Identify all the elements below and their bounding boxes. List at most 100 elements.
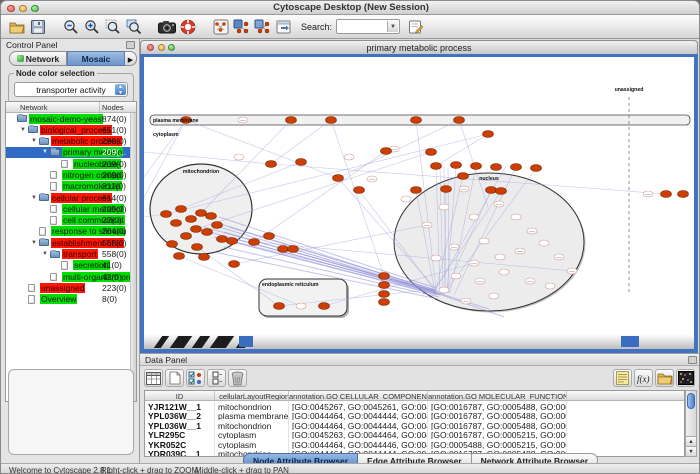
tab-network[interactable]: Network xyxy=(9,51,67,66)
column-header[interactable]: _cellularLayoutRegion xyxy=(215,391,289,400)
attribute-list-icon[interactable] xyxy=(207,369,226,387)
expand-arrow-icon[interactable]: ▼ xyxy=(31,195,37,201)
tree-row[interactable]: ▼transport558(0) xyxy=(6,249,130,260)
table-cell[interactable]: YLR295C xyxy=(145,430,215,440)
expand-arrow-icon[interactable]: ▼ xyxy=(42,149,48,155)
notes-icon[interactable] xyxy=(613,369,632,387)
tree-row[interactable]: secretion41(0) xyxy=(6,260,130,271)
table-cell[interactable]: [GO:0016787, GO:0005488, GO:0005215, G..… xyxy=(428,420,567,430)
dropdown-stepper-icon[interactable]: ▲▼ xyxy=(115,84,126,95)
table-cell[interactable]: cytoplasm xyxy=(215,439,289,449)
table-scrollbar[interactable]: ▲ ▼ xyxy=(685,390,697,457)
matrix-icon[interactable] xyxy=(676,369,695,387)
tab-overflow-arrow-icon[interactable]: ▶ xyxy=(125,51,137,66)
open-icon[interactable] xyxy=(7,17,27,37)
table-cell[interactable]: YPL036W__1 xyxy=(145,420,215,430)
save-icon[interactable] xyxy=(28,17,48,37)
table-cell[interactable]: [GO:0044464, GO:0044444, GO:0044425, G..… xyxy=(289,420,428,430)
zoom-out-icon[interactable] xyxy=(61,17,81,37)
tree-row[interactable]: ▼metabolic process280(0) xyxy=(6,136,130,147)
scroll-up-button[interactable]: ▲ xyxy=(686,436,696,446)
tree-row-label[interactable]: mosaic-demo-yeast xyxy=(29,114,103,124)
table-cell[interactable] xyxy=(567,401,684,411)
tree-row[interactable]: macromolecule311(0) xyxy=(6,181,130,192)
tree-row[interactable]: ▼biological_process651(0) xyxy=(6,124,130,135)
zoom-in-icon[interactable] xyxy=(82,17,102,37)
tree-row-label[interactable]: unassigned xyxy=(40,283,85,293)
column-header[interactable]: annotation.GO MOLECULAR_FUNCTION xyxy=(428,391,567,400)
network-overview-icon[interactable] xyxy=(211,17,231,37)
attribute-checklist-icon[interactable] xyxy=(186,369,205,387)
network-modify-1-icon[interactable] xyxy=(232,17,252,37)
tree-scrollbar[interactable] xyxy=(130,113,136,401)
column-header[interactable]: ID xyxy=(145,391,215,400)
table-row[interactable]: YKR052Ccytoplasm[GO:0044464, GO:0044446,… xyxy=(145,439,684,449)
table-cell[interactable]: YPL036W__2 xyxy=(145,411,215,421)
node-color-dropdown[interactable]: transporter activity ▲▼ xyxy=(14,82,128,97)
table-scrollbar-thumb[interactable] xyxy=(687,393,695,409)
zoom-selected-icon[interactable] xyxy=(124,17,144,37)
tree-row[interactable]: cellular metabol209(0) xyxy=(6,203,130,214)
tree-row[interactable]: ▼primary metabo209(... xyxy=(6,147,130,158)
tree-col-nodes[interactable]: Nodes xyxy=(102,103,124,112)
window-titlebar[interactable]: Cytoscape Desktop (New Session) xyxy=(1,1,700,15)
tree-row-label[interactable]: transport xyxy=(62,249,98,259)
import-icon[interactable] xyxy=(655,369,674,387)
tree-row[interactable]: ▼cellular process614(0) xyxy=(6,192,130,203)
help-icon[interactable] xyxy=(178,17,198,37)
table-row[interactable]: YPL036W__2plasma membrane[GO:0044464, GO… xyxy=(145,411,684,421)
table-row[interactable]: YJR121W__1mitochondrion[GO:0045267, GO:0… xyxy=(145,401,684,411)
table-cell[interactable]: [GO:0044464, GO:0044444, GO:0044425, G..… xyxy=(289,411,428,421)
annotation-icon[interactable] xyxy=(406,17,426,37)
float-panel-icon[interactable] xyxy=(126,41,135,49)
table-cell[interactable]: YJR121W__1 xyxy=(145,401,215,411)
table-row[interactable]: YLR295Ccytoplasm[GO:0045263, GO:0044464,… xyxy=(145,430,684,440)
new-attribute-icon[interactable] xyxy=(165,369,184,387)
table-cell[interactable]: mitochondrion xyxy=(215,420,289,430)
table-cell[interactable]: cytoplasm xyxy=(215,430,289,440)
select-attributes-icon[interactable] xyxy=(144,369,163,387)
table-cell[interactable]: [GO:0005488, GO:0005215, GO:0003674] xyxy=(428,439,567,449)
tree-row-label[interactable]: Overview xyxy=(40,294,77,304)
tree-col-network[interactable]: Network xyxy=(20,103,48,112)
zoom-fit-icon[interactable] xyxy=(103,17,123,37)
expand-arrow-icon[interactable]: ▼ xyxy=(42,251,48,257)
search-dropdown-arrow-icon[interactable]: ▼ xyxy=(387,21,398,32)
tree-row[interactable]: nitrogen compo209(0) xyxy=(6,169,130,180)
table-cell[interactable] xyxy=(567,430,684,440)
expand-arrow-icon[interactable]: ▼ xyxy=(31,138,37,144)
table-cell[interactable]: mitochondrion xyxy=(215,401,289,411)
tab-mosaic[interactable]: Mosaic xyxy=(67,51,125,66)
table-cell[interactable] xyxy=(567,439,684,449)
tree-row[interactable]: cell communicat22(0) xyxy=(6,215,130,226)
table-cell[interactable] xyxy=(567,411,684,421)
network-frame-titlebar[interactable]: primary metabolic process xyxy=(140,40,698,54)
table-row[interactable]: YPL036W__1mitochondrion[GO:0044464, GO:0… xyxy=(145,420,684,430)
table-cell[interactable]: [GO:0016787, GO:0005215, GO:0003824, G..… xyxy=(428,430,567,440)
tree-row[interactable]: ▼establishment of lo558(0) xyxy=(6,237,130,248)
vizmapper-icon[interactable] xyxy=(274,17,294,37)
tree-row[interactable]: Overview8(0) xyxy=(6,294,130,305)
snapshot-icon[interactable] xyxy=(157,17,177,37)
tree-row[interactable]: response to stimulu264(0) xyxy=(6,226,130,237)
table-cell[interactable]: plasma membrane xyxy=(215,411,289,421)
tree-row[interactable]: nucleobase-209(0) xyxy=(6,158,130,169)
tree-row[interactable]: multi-organism pro42(0) xyxy=(6,271,130,282)
data-panel-float-icon[interactable] xyxy=(688,356,697,364)
table-cell[interactable]: [GO:0045263, GO:0044464, GO:0044455, G..… xyxy=(289,430,428,440)
tree-row[interactable]: unassigned223(0) xyxy=(6,282,130,293)
delete-attribute-icon[interactable] xyxy=(228,369,247,387)
network-modify-2-icon[interactable] xyxy=(253,17,273,37)
network-canvas[interactable]: plasma membranecytoplasmmitochondrionnuc… xyxy=(140,54,698,353)
column-header[interactable]: annotation.GO CELLULAR_COMPONENT xyxy=(289,391,428,400)
table-cell[interactable]: [GO:0016787, GO:0005488, GO:0005215, G..… xyxy=(428,411,567,421)
search-input[interactable]: ▼ xyxy=(336,19,400,34)
table-cell[interactable]: [GO:0016787, GO:0005488, GO:0005215, G..… xyxy=(428,401,567,411)
table-cell[interactable] xyxy=(567,420,684,430)
column-header[interactable] xyxy=(567,391,684,400)
tree-row[interactable]: mosaic-demo-yeast874(0) xyxy=(6,113,130,124)
table-cell[interactable]: YKR052C xyxy=(145,439,215,449)
table-cell[interactable]: [GO:0044464, GO:0044446, GO:0044444, G..… xyxy=(289,439,428,449)
expand-arrow-icon[interactable]: ▼ xyxy=(31,240,37,246)
expand-arrow-icon[interactable]: ▼ xyxy=(20,127,26,133)
